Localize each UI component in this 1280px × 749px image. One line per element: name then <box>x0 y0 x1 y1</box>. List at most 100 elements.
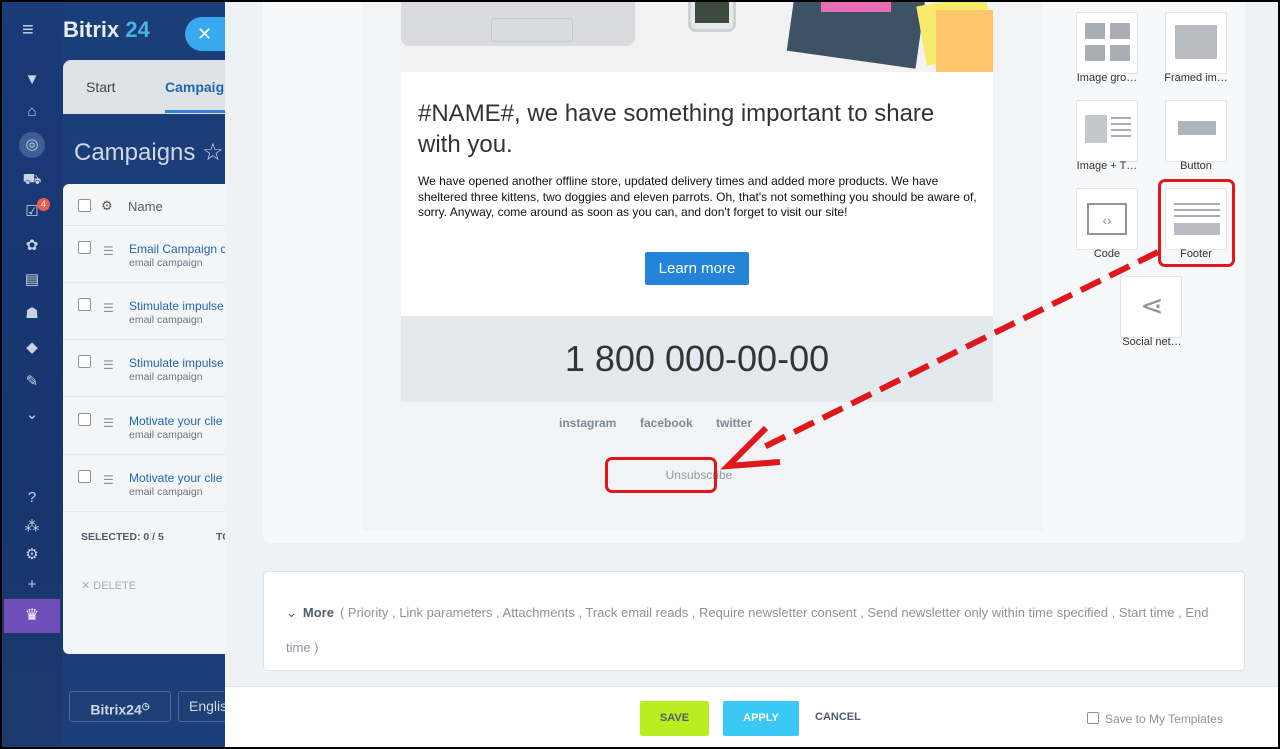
crm-icon[interactable]: ✿ <box>22 236 42 256</box>
block-framed-image[interactable] <box>1165 12 1227 74</box>
more-label[interactable]: More <box>303 605 334 620</box>
block-button[interactable] <box>1165 100 1227 162</box>
block-social[interactable]: ⋖ <box>1120 276 1182 338</box>
block-image-group[interactable] <box>1076 12 1138 74</box>
block-label: Image + T… <box>1076 160 1138 172</box>
tasks-badge: 4 <box>37 198 51 211</box>
filter-icon[interactable]: ▼ <box>22 70 42 90</box>
email-editor: #NAME#, we have something important to s… <box>263 0 1245 543</box>
share-icon: ⋖ <box>1140 290 1164 321</box>
more-options-line[interactable]: ⌄ More( Priority , Link parameters , Atta… <box>286 595 1226 665</box>
crown-icon[interactable]: ♛ <box>4 599 60 633</box>
delete-button[interactable]: ✕ DELETE <box>81 579 136 592</box>
row-name[interactable]: Email Campaign c <box>129 242 226 256</box>
sticky-note-orange <box>936 10 993 72</box>
column-name[interactable]: Name <box>128 199 163 214</box>
save-template-label[interactable]: Save to My Templates <box>1105 712 1223 726</box>
row-checkbox[interactable] <box>78 241 91 254</box>
star-icon[interactable]: ☆ <box>202 139 224 166</box>
drag-handle-icon[interactable]: ☰ <box>103 358 114 372</box>
header-image[interactable] <box>401 0 993 72</box>
block-label: Framed im… <box>1164 72 1228 84</box>
add-icon[interactable]: + <box>22 575 42 595</box>
contact-card-icon[interactable]: ▤ <box>22 270 42 290</box>
selected-count: SELECTED: 0 / 5 <box>81 531 164 543</box>
row-name[interactable]: Motivate your clie <box>129 471 222 485</box>
social-link-twitter[interactable]: twitter <box>716 416 752 430</box>
email-editor-slider: #NAME#, we have something important to s… <box>225 0 1280 749</box>
save-template-checkbox[interactable] <box>1087 712 1099 724</box>
row-type: email campaign <box>129 314 203 326</box>
drag-handle-icon[interactable]: ☰ <box>103 473 114 487</box>
pink-folder-illustration <box>821 0 891 12</box>
social-link-instagram[interactable]: instagram <box>559 416 616 430</box>
email-body-text[interactable]: We have opened another offline store, up… <box>418 174 978 221</box>
row-checkbox[interactable] <box>78 413 91 426</box>
learn-more-button[interactable]: Learn more <box>645 252 749 285</box>
block-label: Image gro… <box>1076 72 1138 84</box>
bitrix24-button[interactable]: Bitrix24◷ <box>69 691 171 722</box>
more-chevron-icon[interactable]: ⌄ <box>22 405 42 425</box>
row-type: email campaign <box>129 371 203 383</box>
gear-icon[interactable]: ⚙ <box>101 198 113 214</box>
laptop-illustration <box>401 0 635 46</box>
table-row[interactable]: ☰ Stimulate impulse email campaign <box>63 283 243 340</box>
page-title: Campaigns ☆ <box>74 139 224 166</box>
chevron-down-icon[interactable]: ⌄ <box>286 605 297 620</box>
block-code[interactable]: ‹› <box>1076 188 1138 250</box>
help-icon[interactable]: ? <box>22 488 42 508</box>
row-type: email campaign <box>129 486 203 498</box>
footer-highlight <box>1158 179 1235 267</box>
tab-underline <box>165 110 225 113</box>
table-row[interactable]: ☰ Stimulate impulse email campaign <box>63 340 243 397</box>
row-type: email campaign <box>129 429 203 441</box>
select-all-checkbox[interactable] <box>78 199 91 212</box>
row-name[interactable]: Stimulate impulse <box>129 356 224 370</box>
drag-handle-icon[interactable]: ☰ <box>103 244 114 258</box>
left-sidebar: ≡ ▼ ⌂ ◎ ⛟ ☑ 4 ✿ ▤ ☗ ◆ ✎ ⌄ ? ⁂ ⚙ + ♛ <box>0 0 63 749</box>
cart-icon[interactable]: ⛟ <box>22 170 42 190</box>
row-checkbox[interactable] <box>78 470 91 483</box>
close-icon: ✕ <box>197 24 213 44</box>
phone-number[interactable]: 1 800 000-00-00 <box>401 338 993 380</box>
row-name[interactable]: Motivate your clie <box>129 414 222 428</box>
email-canvas: #NAME#, we have something important to s… <box>363 0 1043 530</box>
apply-button[interactable]: APPLY <box>723 701 799 736</box>
tab-campaigns[interactable]: Campaig <box>165 79 224 95</box>
action-footer: SAVE APPLY CANCEL Save to My Templates <box>225 686 1280 749</box>
table-row[interactable]: ☰ Email Campaign c email campaign <box>63 226 243 283</box>
settings-icon[interactable]: ⚙ <box>22 545 42 565</box>
phone-block[interactable]: 1 800 000-00-00 <box>401 316 993 402</box>
sitemap-icon[interactable]: ⁂ <box>22 517 42 537</box>
unsubscribe-highlight <box>605 457 717 493</box>
sign-icon[interactable]: ✎ <box>22 372 42 392</box>
drag-handle-icon[interactable]: ☰ <box>103 301 114 315</box>
tab-start[interactable]: Start <box>86 79 116 95</box>
campaign-list: ⚙ Name ☰ Email Campaign c email campaign… <box>63 184 243 654</box>
button-block-icon <box>1178 121 1216 135</box>
row-name[interactable]: Stimulate impulse <box>129 299 224 313</box>
table-row[interactable]: ☰ Motivate your clie email campaign <box>63 455 243 512</box>
save-button[interactable]: SAVE <box>640 701 709 736</box>
more-options-panel[interactable]: ⌄ More( Priority , Link parameters , Atta… <box>263 571 1245 671</box>
row-checkbox[interactable] <box>78 355 91 368</box>
email-heading[interactable]: #NAME#, we have something important to s… <box>418 98 978 160</box>
table-row[interactable]: ☰ Motivate your clie email campaign <box>63 398 243 455</box>
code-icon: ‹› <box>1087 203 1127 235</box>
menu-icon[interactable]: ≡ <box>22 20 42 40</box>
block-label: Button <box>1180 160 1212 172</box>
robot-icon[interactable]: ☗ <box>22 304 42 324</box>
target-icon[interactable]: ◎ <box>19 132 45 158</box>
block-label: Code <box>1093 248 1121 260</box>
drag-handle-icon[interactable]: ☰ <box>103 416 114 430</box>
bank-icon[interactable]: ⌂ <box>22 102 42 122</box>
block-label: Social net… <box>1122 336 1182 348</box>
cancel-button[interactable]: CANCEL <box>815 711 861 723</box>
row-type: email campaign <box>129 257 203 269</box>
row-checkbox[interactable] <box>78 298 91 311</box>
block-image-text[interactable] <box>1076 100 1138 162</box>
more-options-list[interactable]: ( Priority , Link parameters , Attachmen… <box>286 605 1208 655</box>
list-header: ⚙ Name <box>63 184 243 226</box>
box-icon[interactable]: ◆ <box>22 338 42 358</box>
social-link-facebook[interactable]: facebook <box>640 416 693 430</box>
